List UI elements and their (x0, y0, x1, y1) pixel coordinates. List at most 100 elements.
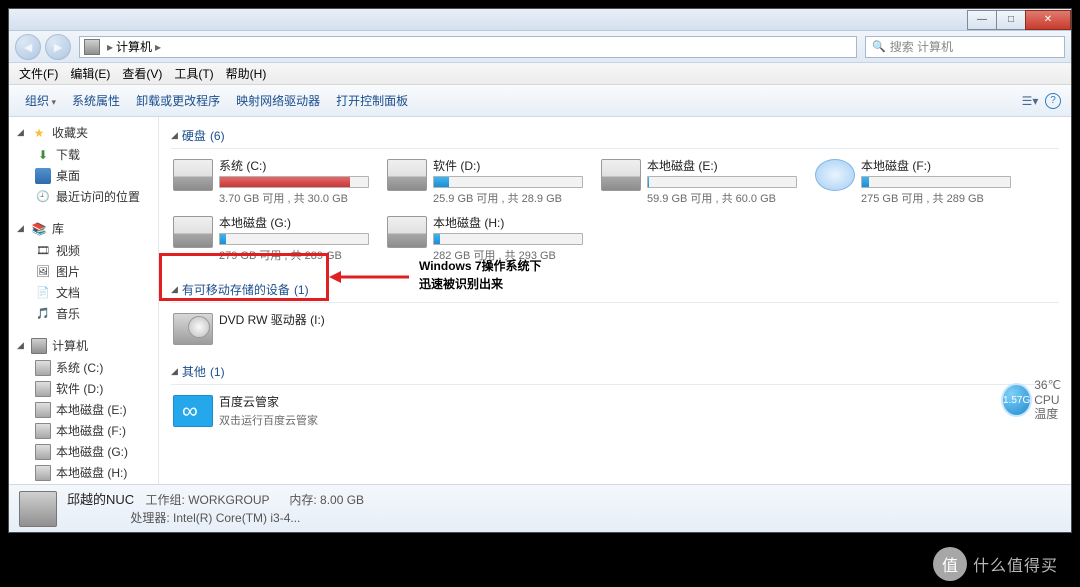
ctrlpanel-button[interactable]: 打开控制面板 (328, 88, 416, 113)
toolbar: 组织 系统属性 卸载或更改程序 映射网络驱动器 打开控制面板 ☰▾ ? (9, 85, 1071, 117)
drive-info: 59.9 GB 可用 , 共 60.0 GB (647, 190, 797, 206)
back-button[interactable]: ◄ (15, 34, 41, 60)
sidebar-desktop[interactable]: 桌面 (9, 165, 158, 186)
usage-bar (433, 233, 583, 245)
explorer-window: — □ ✕ ◄ ► ▸ 计算机 ▸ 搜索 计算机 文件(F) 编辑(E) 查看(… (8, 8, 1072, 533)
sidebar-drive-f[interactable]: 本地磁盘 (F:) (9, 420, 158, 441)
drive-icon (601, 159, 641, 191)
nav-bar: ◄ ► ▸ 计算机 ▸ 搜索 计算机 (9, 31, 1071, 63)
menu-edit[interactable]: 编辑(E) (64, 63, 116, 84)
dvd-drive[interactable]: DVD RW 驱动器 (I:) (171, 309, 371, 347)
dvd-icon (173, 313, 213, 345)
watermark-text: 什么值得买 (973, 552, 1058, 576)
drive-icon (35, 444, 51, 460)
sidebar-favorites[interactable]: 收藏夹 (9, 121, 158, 144)
uninstall-button[interactable]: 卸载或更改程序 (128, 88, 228, 113)
maximize-button[interactable]: □ (996, 10, 1026, 30)
drive-item[interactable]: 本地磁盘 (E:) 59.9 GB 可用 , 共 60.0 GB (599, 155, 799, 208)
doc-icon (35, 285, 51, 301)
sidebar-computer[interactable]: 计算机 (9, 334, 158, 357)
breadcrumb-sep-icon: ▸ (155, 40, 161, 54)
sidebar-drive-e[interactable]: 本地磁盘 (E:) (9, 399, 158, 420)
baidu-item[interactable]: 百度云管家双击运行百度云管家 (171, 391, 371, 430)
help-icon[interactable]: ? (1045, 93, 1061, 109)
organize-button[interactable]: 组织 (17, 88, 64, 113)
sidebar-libraries[interactable]: 库 (9, 217, 158, 240)
sidebar-downloads[interactable]: 下载 (9, 144, 158, 165)
usage-bar (433, 176, 583, 188)
drive-name: 本地磁盘 (G:) (219, 214, 369, 233)
computer-icon (19, 491, 57, 527)
drive-info: 25.9 GB 可用 , 共 28.9 GB (433, 190, 583, 206)
video-icon (35, 243, 51, 259)
forward-button[interactable]: ► (45, 34, 71, 60)
recent-icon (35, 189, 51, 205)
sidebar-drive-c[interactable]: 系统 (C:) (9, 357, 158, 378)
star-icon (31, 125, 47, 141)
computer-name: 邱越的NUC (67, 492, 134, 507)
menu-view[interactable]: 查看(V) (116, 63, 168, 84)
status-bar: 邱越的NUC 工作组: WORKGROUP 内存: 8.00 GB 处理器: I… (9, 484, 1071, 532)
group-removable[interactable]: 有可移动存储的设备(1) (171, 275, 1059, 303)
search-input[interactable]: 搜索 计算机 (865, 36, 1065, 58)
sidebar-pictures[interactable]: 图片 (9, 261, 158, 282)
address-bar[interactable]: ▸ 计算机 ▸ (79, 36, 857, 58)
temp-widget[interactable]: 1.57G 36℃CPU温度 (1001, 380, 1057, 420)
music-icon (35, 306, 51, 322)
usage-bar (219, 176, 369, 188)
drive-icon (387, 159, 427, 191)
menu-help[interactable]: 帮助(H) (220, 63, 273, 84)
drive-icon (35, 465, 51, 481)
picture-icon (35, 264, 51, 280)
annotation-text: Windows 7操作系统下迅速被识别出来 (419, 257, 542, 293)
titlebar[interactable]: — □ ✕ (9, 9, 1071, 31)
minimize-button[interactable]: — (967, 10, 997, 30)
computer-icon (31, 338, 47, 354)
sidebar-documents[interactable]: 文档 (9, 282, 158, 303)
menu-file[interactable]: 文件(F) (13, 63, 64, 84)
breadcrumb[interactable]: 计算机 (116, 38, 152, 55)
drive-icon (35, 381, 51, 397)
sidebar-drive-g[interactable]: 本地磁盘 (G:) (9, 441, 158, 462)
sidebar-recent[interactable]: 最近访问的位置 (9, 186, 158, 207)
group-other[interactable]: 其他(1) (171, 357, 1059, 385)
drive-info: 279 GB 可用 , 共 289 GB (219, 247, 369, 263)
drive-icon (387, 216, 427, 248)
view-icon[interactable]: ☰▾ (1019, 90, 1041, 112)
baidu-icon (173, 395, 213, 427)
usage-bar (219, 233, 369, 245)
drive-icon (35, 360, 51, 376)
drive-icon (815, 159, 855, 191)
sidebar-drive-d[interactable]: 软件 (D:) (9, 378, 158, 399)
drive-item[interactable]: 软件 (D:) 25.9 GB 可用 , 共 28.9 GB (385, 155, 585, 208)
drive-icon (173, 216, 213, 248)
menu-bar: 文件(F) 编辑(E) 查看(V) 工具(T) 帮助(H) (9, 63, 1071, 85)
drive-name: 本地磁盘 (F:) (861, 157, 1011, 176)
drive-name: 系统 (C:) (219, 157, 369, 176)
drive-item[interactable]: 本地磁盘 (F:)275 GB 可用 , 共 289 GB (813, 155, 1013, 208)
library-icon (31, 221, 47, 237)
sysprops-button[interactable]: 系统属性 (64, 88, 128, 113)
group-hdd[interactable]: 硬盘(6) (171, 121, 1059, 149)
drive-icon (173, 159, 213, 191)
sidebar-drive-h[interactable]: 本地磁盘 (H:) (9, 462, 158, 483)
drive-icon (35, 402, 51, 418)
drive-item[interactable]: 本地磁盘 (G:) 279 GB 可用 , 共 289 GB (171, 212, 371, 265)
drive-icon (35, 423, 51, 439)
breadcrumb-sep-icon: ▸ (107, 40, 113, 54)
content-pane: 硬盘(6) 系统 (C:) 3.70 GB 可用 , 共 30.0 GB 软件 (D… (159, 117, 1071, 484)
download-icon (35, 147, 51, 163)
drive-item[interactable]: 系统 (C:) 3.70 GB 可用 , 共 30.0 GB (171, 155, 371, 208)
desktop-icon (35, 168, 51, 184)
mapdrive-button[interactable]: 映射网络驱动器 (228, 88, 328, 113)
sidebar: 收藏夹 下载 桌面 最近访问的位置 库 视频 图片 文档 音乐 计算机 系统 (… (9, 117, 159, 484)
drive-name: 软件 (D:) (433, 157, 583, 176)
close-button[interactable]: ✕ (1025, 10, 1071, 30)
sidebar-videos[interactable]: 视频 (9, 240, 158, 261)
drive-info: 3.70 GB 可用 , 共 30.0 GB (219, 190, 369, 206)
watermark-badge: 值 (933, 547, 967, 581)
usage-bar (861, 176, 1011, 188)
menu-tools[interactable]: 工具(T) (168, 63, 219, 84)
sidebar-music[interactable]: 音乐 (9, 303, 158, 324)
drive-name: 本地磁盘 (E:) (647, 157, 797, 176)
